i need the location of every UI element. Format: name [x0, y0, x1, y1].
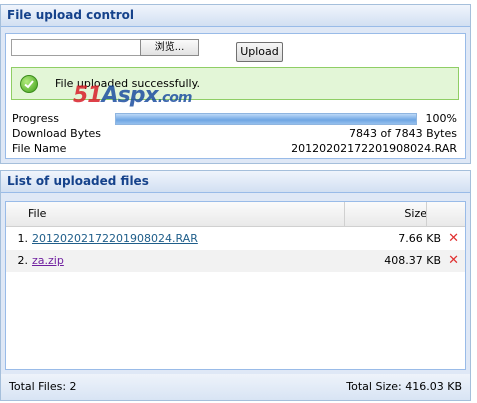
- column-header-size[interactable]: Size: [404, 207, 427, 220]
- file-name-value: 20120202172201908024.RAR: [291, 142, 457, 155]
- file-name-row: File Name 20120202172201908024.RAR: [12, 142, 457, 156]
- file-name-label: File Name: [12, 142, 67, 155]
- upload-button[interactable]: Upload: [236, 42, 283, 62]
- delete-icon[interactable]: ✕: [448, 228, 459, 250]
- column-divider[interactable]: [426, 202, 427, 226]
- table-row: 2. za.zip 408.37 KB ✕: [6, 250, 465, 272]
- total-files: Total Files: 2: [9, 380, 77, 393]
- checkmark-icon: [20, 75, 38, 93]
- file-input[interactable]: 浏览...: [11, 39, 199, 56]
- file-grid: File Size 1. 20120202172201908024.RAR 7.…: [5, 201, 466, 370]
- file-link[interactable]: 20120202172201908024.RAR: [32, 228, 198, 250]
- row-number: 1.: [17, 232, 29, 245]
- progress-label: Progress: [12, 112, 59, 125]
- browse-button[interactable]: 浏览...: [140, 39, 199, 56]
- file-size: 7.66 KB: [398, 232, 441, 245]
- row-number: 2.: [17, 254, 29, 267]
- download-bytes-row: Download Bytes 7843 of 7843 Bytes: [12, 127, 457, 141]
- grid-footer: Total Files: 2 Total Size: 416.03 KB: [1, 374, 470, 400]
- list-panel: List of uploaded files File Size 1. 2012…: [0, 170, 471, 401]
- progress-value: 100%: [425, 112, 457, 125]
- delete-icon[interactable]: ✕: [448, 250, 459, 272]
- grid-header: File Size: [6, 202, 465, 227]
- file-link[interactable]: za.zip: [32, 250, 64, 272]
- upload-panel: File upload control 浏览... Upload File up…: [0, 4, 471, 164]
- progress-fill: [116, 114, 416, 124]
- column-header-file[interactable]: File: [28, 207, 46, 220]
- progress-row: Progress 100%: [12, 112, 457, 126]
- progress-bar: [115, 113, 417, 125]
- list-panel-title: List of uploaded files: [1, 171, 470, 193]
- upload-panel-title: File upload control: [1, 5, 470, 27]
- column-divider[interactable]: [344, 202, 345, 226]
- table-row: 1. 20120202172201908024.RAR 7.66 KB ✕: [6, 228, 465, 250]
- watermark-logo: 51Aspx.com: [73, 83, 193, 108]
- download-bytes-label: Download Bytes: [12, 127, 102, 140]
- total-size: Total Size: 416.03 KB: [346, 380, 462, 393]
- download-bytes-value: 7843 of 7843 Bytes: [349, 127, 457, 140]
- file-size: 408.37 KB: [384, 254, 441, 267]
